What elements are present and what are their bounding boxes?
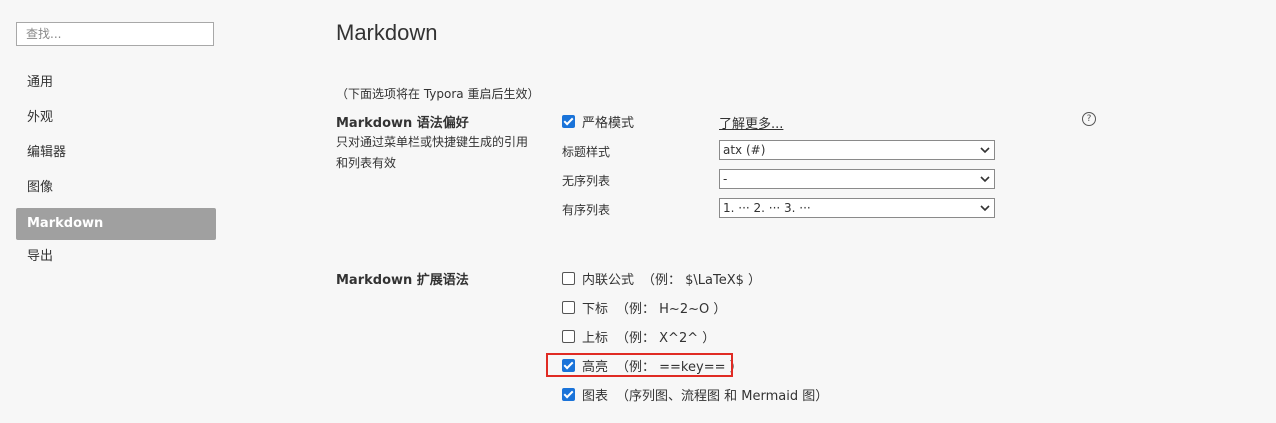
heading-style-label: 标题样式 [562,145,611,159]
sidebar-item-label: 外观 [27,110,54,125]
superscript-label: 上标 [582,330,609,346]
page-title: Markdown [336,20,438,45]
inline-math-option: 内联公式 （例： $\LaTeX$ ） [562,268,761,288]
sidebar-item-markdown[interactable]: Markdown [16,208,216,240]
syntax-pref-label: Markdown 语法偏好 [336,116,469,131]
chevron-down-icon [980,147,990,154]
strict-mode-label: 严格模式 [582,115,635,131]
ordered-list-select[interactable]: 1. ··· 2. ··· 3. ··· [719,198,995,218]
annotation-highlight-box [546,353,733,377]
subscript-label: 下标 [582,301,609,317]
restart-note: （下面选项将在 Typora 重启后生效） [336,87,540,101]
heading-style-select[interactable]: atx (#) [719,140,995,160]
ordered-list-label: 有序列表 [562,203,611,217]
unordered-list-label: 无序列表 [562,174,611,188]
subscript-checkbox[interactable] [562,300,575,314]
unordered-list-select[interactable]: - [719,169,995,189]
sidebar-item-editor[interactable]: 编辑器 [16,137,216,169]
strict-mode-checkbox[interactable] [562,114,575,128]
search-input[interactable] [16,22,214,46]
subscript-option: 下标 （例： H~2~O ） [562,297,726,317]
sidebar-item-image[interactable]: 图像 [16,172,216,204]
strict-mode-option: 严格模式 [562,111,634,131]
subscript-hint: （例： H~2~O ） [616,301,727,317]
sidebar-item-label: Markdown [27,216,104,231]
sidebar-item-label: 图像 [27,180,54,195]
help-icon[interactable]: ? [1082,112,1096,126]
ordered-list-value: 1. ··· 2. ··· 3. ··· [723,201,811,215]
sidebar-item-label: 导出 [27,249,54,264]
sidebar-item-label: 通用 [27,75,54,90]
sidebar: 通用 外观 编辑器 图像 Markdown 导出 [0,0,232,423]
sidebar-item-export[interactable]: 导出 [16,241,216,273]
superscript-checkbox[interactable] [562,329,575,343]
ext-syntax-label: Markdown 扩展语法 [336,273,469,288]
settings-panel: Markdown （下面选项将在 Typora 重启后生效） Markdown … [336,0,1276,423]
chevron-down-icon [980,176,990,183]
inline-math-hint: （例： $\LaTeX$ ） [642,272,762,288]
diagram-checkbox[interactable] [562,387,575,401]
syntax-pref-desc: 只对通过菜单栏或快捷键生成的引用和列表有效 [336,135,529,170]
inline-math-label: 内联公式 [582,272,635,288]
diagram-option: 图表 （序列图、流程图 和 Mermaid 图） [562,384,828,404]
diagram-label: 图表 [582,388,609,404]
sidebar-item-appearance[interactable]: 外观 [16,102,216,134]
heading-style-value: atx (#) [723,143,766,157]
chevron-down-icon [980,205,990,212]
superscript-option: 上标 （例： X^2^ ） [562,326,715,346]
learn-more-link[interactable]: 了解更多... [719,113,783,132]
sidebar-item-label: 编辑器 [27,145,67,160]
inline-math-checkbox[interactable] [562,271,575,285]
superscript-hint: （例： X^2^ ） [616,330,716,346]
unordered-list-value: - [723,172,728,186]
diagram-hint: （序列图、流程图 和 Mermaid 图） [616,388,829,404]
sidebar-item-general[interactable]: 通用 [16,67,216,99]
